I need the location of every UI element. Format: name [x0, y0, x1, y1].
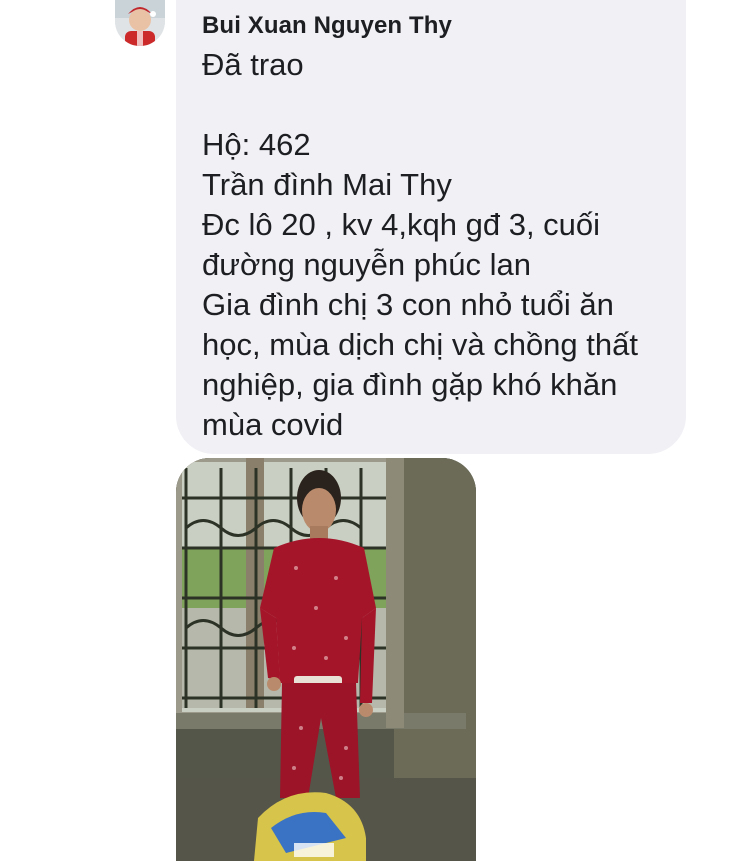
message-text: Đã trao Hộ: 462 Trần đình Mai Thy Đc lô …	[202, 47, 638, 442]
sender-name[interactable]: Bui Xuan Nguyen Thy	[202, 12, 452, 40]
photo-attachment[interactable]	[176, 458, 476, 861]
message-bubble[interactable]: Bui Xuan Nguyen Thy Đã trao Hộ: 462 Trần…	[176, 0, 686, 454]
avatar-image	[115, 0, 165, 46]
photo-image	[176, 458, 476, 861]
chat-thread: Bui Xuan Nguyen Thy Đã trao Hộ: 462 Trần…	[0, 0, 750, 861]
avatar[interactable]	[115, 0, 165, 46]
